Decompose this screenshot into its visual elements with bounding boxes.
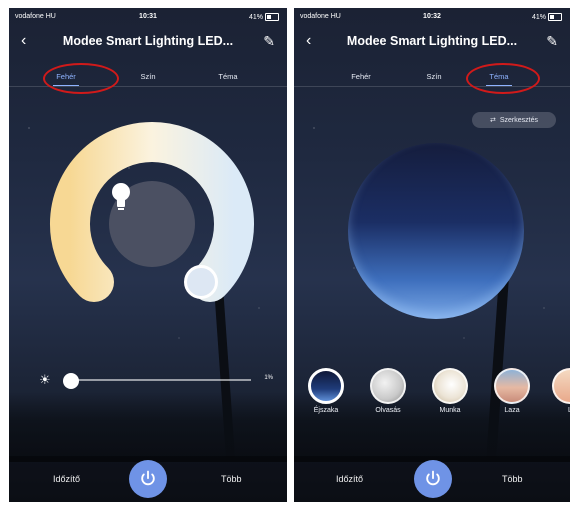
scene-reading[interactable]: Olvasás xyxy=(358,368,418,414)
scene-carousel: Éjszaka Olvasás Munka Laza L xyxy=(294,368,570,428)
edit-scenes-button[interactable]: ⇄ Szerkesztés xyxy=(472,112,556,128)
status-bar: vodafone HU 10:31 41% xyxy=(9,10,287,24)
scene-night[interactable]: Éjszaka xyxy=(296,368,356,414)
bottom-bar: Időzítő Több xyxy=(9,456,287,502)
tab-white[interactable]: Fehér xyxy=(336,72,386,81)
brightness-slider[interactable]: ☀ 1% xyxy=(33,372,273,389)
temperature-knob[interactable] xyxy=(184,265,218,299)
brightness-value: 1% xyxy=(264,375,273,381)
scene-thumb-relax xyxy=(494,368,530,404)
nav-bar: ‹ Modee Smart Lighting LED... ✎ xyxy=(294,30,570,56)
scene-partial[interactable]: L xyxy=(540,368,570,414)
power-button[interactable] xyxy=(129,460,167,498)
sun-icon: ☀ xyxy=(39,372,51,387)
light-toggle-button[interactable] xyxy=(109,181,195,267)
power-icon xyxy=(141,470,155,486)
battery-percent: 41% xyxy=(531,13,546,21)
scene-label: Laza xyxy=(504,407,520,414)
white-temperature-ring[interactable] xyxy=(49,119,255,325)
tab-theme[interactable]: Téma xyxy=(203,72,253,81)
clock: 10:32 xyxy=(423,13,441,20)
scene-label: Éjszaka xyxy=(313,407,339,414)
scene-label: L xyxy=(540,407,570,414)
brightness-thumb[interactable] xyxy=(62,373,79,389)
timer-button[interactable]: Időzítő xyxy=(336,474,363,484)
battery-icon xyxy=(265,13,279,21)
battery-indicator: 41% xyxy=(249,13,279,21)
scene-thumb-reading xyxy=(370,368,406,404)
scene-thumb-work xyxy=(432,368,468,404)
annotation-circle-white-tab xyxy=(43,63,119,94)
phone-screen-white-mode: vodafone HU 10:31 41% ‹ Modee Smart Ligh… xyxy=(9,8,287,502)
scene-thumb-night xyxy=(308,368,344,404)
scene-label: Olvasás xyxy=(375,407,401,414)
pencil-icon[interactable]: ✎ xyxy=(546,33,558,50)
edit-scenes-label: Szerkesztés xyxy=(499,116,538,124)
trees-silhouette xyxy=(9,392,287,462)
more-button[interactable]: Több xyxy=(221,474,242,484)
status-bar: vodafone HU 10:32 41% xyxy=(294,10,570,24)
battery-percent: 41% xyxy=(248,13,263,21)
battery-indicator: 41% xyxy=(532,13,562,21)
clock: 10:31 xyxy=(139,13,157,20)
timer-button[interactable]: Időzítő xyxy=(53,474,80,484)
power-icon xyxy=(426,470,440,486)
pencil-icon[interactable]: ✎ xyxy=(263,33,275,50)
chevron-left-icon[interactable]: ‹ xyxy=(306,32,311,50)
tab-color[interactable]: Szín xyxy=(409,72,459,81)
bulb-icon xyxy=(112,183,130,210)
more-button[interactable]: Több xyxy=(502,474,523,484)
scene-work[interactable]: Munka xyxy=(420,368,480,414)
device-title: Modee Smart Lighting LED... xyxy=(62,34,234,48)
tab-color[interactable]: Szín xyxy=(123,72,173,81)
annotation-circle-theme-tab xyxy=(466,63,540,94)
scene-thumb-partial xyxy=(552,368,570,404)
scene-relax[interactable]: Laza xyxy=(482,368,542,414)
sliders-icon: ⇄ xyxy=(490,117,496,124)
scene-label: Munka xyxy=(439,407,461,414)
phone-screen-theme-mode: vodafone HU 10:32 41% ‹ Modee Smart Ligh… xyxy=(294,8,570,502)
brightness-track[interactable] xyxy=(62,373,251,389)
battery-icon xyxy=(548,13,562,21)
power-button[interactable] xyxy=(414,460,452,498)
active-scene-preview xyxy=(348,143,524,319)
nav-bar: ‹ Modee Smart Lighting LED... ✎ xyxy=(9,30,287,56)
chevron-left-icon[interactable]: ‹ xyxy=(21,32,26,50)
device-title: Modee Smart Lighting LED... xyxy=(346,34,518,48)
bottom-bar: Időzítő Több xyxy=(294,456,570,502)
